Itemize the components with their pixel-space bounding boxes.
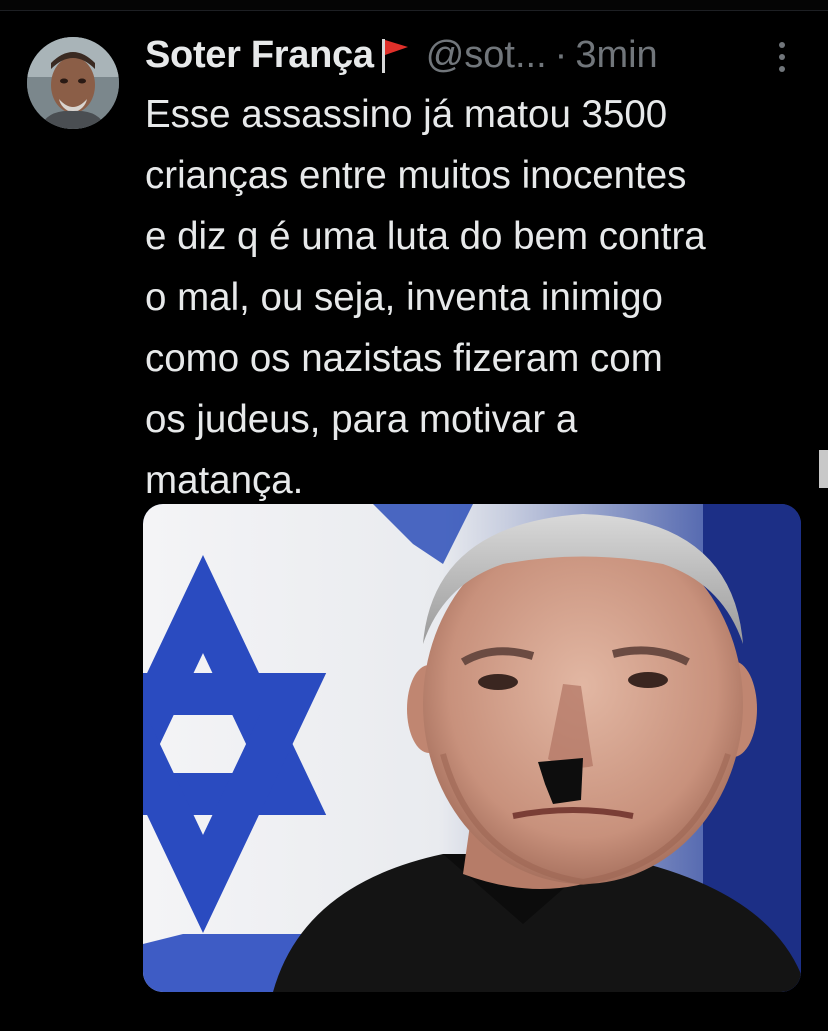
separator-dot: · bbox=[554, 33, 568, 76]
tweet-header: Soter França @sot... · 3min bbox=[145, 28, 815, 82]
photo-image bbox=[143, 504, 801, 992]
tweet-card[interactable]: Soter França @sot... · 3min Esse assassi… bbox=[0, 0, 828, 1031]
avatar-image bbox=[27, 37, 119, 129]
scrollbar-thumb[interactable] bbox=[819, 450, 828, 488]
timestamp[interactable]: 3min bbox=[575, 34, 657, 77]
user-avatar[interactable] bbox=[27, 37, 119, 129]
red-flag-icon bbox=[378, 35, 412, 75]
user-handle[interactable]: @sot... bbox=[426, 34, 547, 77]
display-name[interactable]: Soter França bbox=[145, 34, 374, 77]
tweet-text: Esse assassino já matou 3500 crianças en… bbox=[145, 93, 706, 502]
more-vertical-icon[interactable] bbox=[774, 40, 790, 74]
top-divider bbox=[0, 0, 828, 11]
tweet-media-photo[interactable] bbox=[143, 504, 801, 992]
